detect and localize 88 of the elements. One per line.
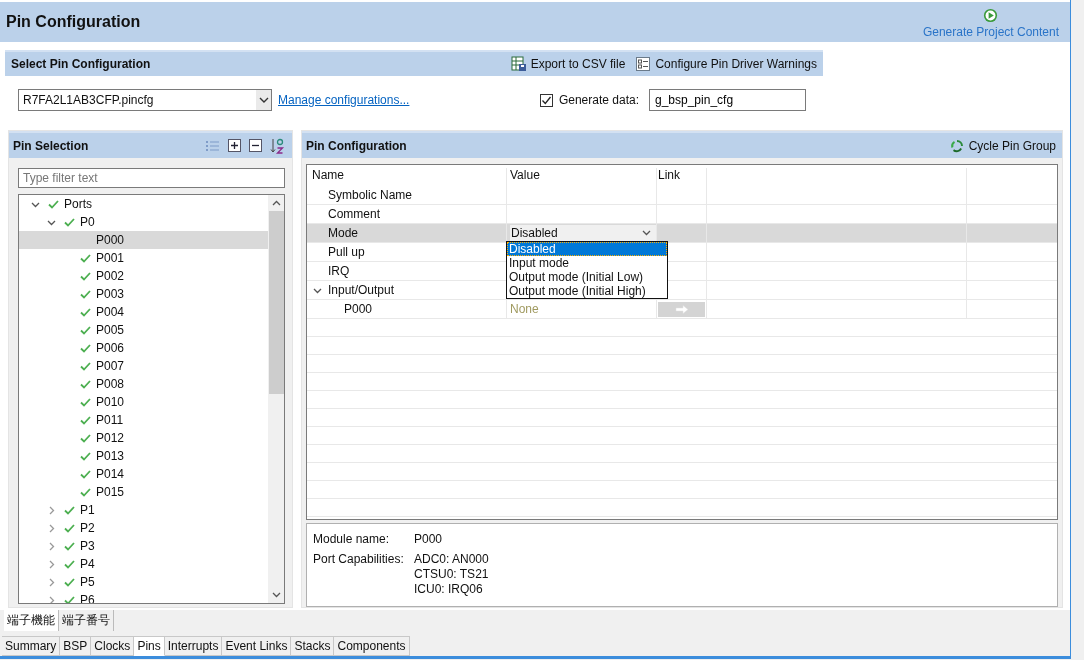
generate-data-checkbox[interactable]: [539, 93, 553, 107]
tree-item[interactable]: P004: [19, 303, 268, 321]
export-button[interactable]: Export to CSV file: [510, 56, 626, 72]
tree-item[interactable]: P015: [19, 483, 268, 501]
arrow-icon: [674, 304, 689, 314]
tree-item[interactable]: P000: [19, 231, 268, 249]
module-name-value: P000: [414, 532, 443, 546]
checklist-icon: [635, 56, 652, 72]
caret-icon: [258, 97, 269, 103]
collapse-all-icon[interactable]: [249, 139, 262, 152]
view-tab[interactable]: 端子機能: [4, 610, 59, 631]
tree-item[interactable]: P007: [19, 357, 268, 375]
scroll-down-icon[interactable]: [271, 592, 281, 598]
cycle-pin-group-button[interactable]: Cycle Pin Group: [948, 137, 1056, 154]
manage-configurations-link[interactable]: Manage configurations...: [278, 93, 410, 107]
warnings-button[interactable]: Configure Pin Driver Warnings: [635, 56, 817, 72]
editor-tab[interactable]: Summary: [2, 635, 61, 656]
dropdown-option[interactable]: Input mode: [507, 256, 667, 270]
tree-item[interactable]: P1: [19, 501, 268, 519]
chevron-right-icon[interactable]: [47, 577, 56, 587]
property-name: Pull up: [328, 245, 365, 259]
tree-item[interactable]: P010: [19, 393, 268, 411]
property-name: Comment: [328, 207, 380, 221]
chevron-right-icon[interactable]: [47, 541, 56, 551]
cycle-arrows-icon: [948, 137, 965, 154]
editor-tab[interactable]: Interrupts: [164, 635, 223, 656]
tree-item[interactable]: P012: [19, 429, 268, 447]
tree-item[interactable]: P5: [19, 573, 268, 591]
port-capabilities-label: Port Capabilities:: [313, 552, 405, 568]
editor-tab[interactable]: Clocks: [91, 635, 135, 656]
caret-icon: [642, 230, 651, 236]
tree-item[interactable]: P002: [19, 267, 268, 285]
property-name: IRQ: [328, 264, 350, 278]
tree-item[interactable]: P013: [19, 447, 268, 465]
capability-text: ICU0: IRQ06: [414, 582, 484, 596]
tree-item[interactable]: Ports: [19, 195, 268, 213]
tree-item[interactable]: P014: [19, 465, 268, 483]
tree-item[interactable]: P006: [19, 339, 268, 357]
editor-tab[interactable]: Event Links: [222, 635, 292, 656]
column-header[interactable]: Value: [507, 168, 657, 186]
property-value: None: [510, 302, 539, 316]
configuration-dropdown[interactable]: R7FA2L1AB3CFP.pincfg: [18, 89, 272, 111]
property-name: P000: [344, 302, 373, 316]
section-title: Select Pin Configuration: [11, 57, 151, 71]
view-tab[interactable]: 端子番号: [59, 610, 114, 631]
scroll-up-icon[interactable]: [271, 200, 281, 206]
sort-icon[interactable]: [270, 137, 286, 154]
editor-tab[interactable]: Stacks: [291, 635, 335, 656]
tree-item[interactable]: P2: [19, 519, 268, 537]
column-header[interactable]: Link: [657, 168, 707, 186]
spreadsheet-icon: [510, 56, 527, 72]
data-name-field[interactable]: g_bsp_pin_cfg: [649, 89, 806, 111]
filter-field[interactable]: Type filter text: [18, 168, 285, 188]
tree-item[interactable]: P003: [19, 285, 268, 303]
capability-text: ADC0: AN000: [414, 552, 489, 566]
chevron-right-icon[interactable]: [47, 505, 56, 515]
tree-item[interactable]: P005: [19, 321, 268, 339]
selected-row[interactable]: Mode Disabled: [307, 224, 1057, 243]
expand-all-icon[interactable]: [228, 139, 241, 152]
dropdown-option[interactable]: Output mode (Initial High): [507, 284, 667, 298]
list-icon[interactable]: [206, 139, 220, 152]
panel-title: Pin Configuration: [306, 138, 407, 153]
tree-item[interactable]: P0: [19, 213, 268, 231]
property-name: Mode: [328, 226, 359, 240]
property-name: Symbolic Name: [328, 188, 413, 202]
editor-tab[interactable]: BSP: [60, 635, 92, 656]
editor-tab[interactable]: Pins: [134, 635, 165, 656]
chevron-right-icon[interactable]: [47, 523, 56, 533]
play-icon[interactable]: [983, 7, 999, 23]
tree-item[interactable]: P011: [19, 411, 268, 429]
chevron-right-icon[interactable]: [47, 559, 56, 569]
tree-item[interactable]: P4: [19, 555, 268, 573]
dropdown-option[interactable]: Output mode (Initial Low): [507, 270, 667, 284]
tree-item[interactable]: P008: [19, 375, 268, 393]
panel-title: Pin Selection: [13, 138, 89, 153]
dropdown-option[interactable]: Disabled: [507, 242, 667, 256]
chevron-right-icon[interactable]: [47, 595, 56, 603]
property-name: Input/Output: [328, 283, 395, 297]
module-name-label: Module name:: [313, 532, 391, 546]
mode-dropdown[interactable]: Disabled: [510, 224, 656, 242]
tree-item[interactable]: P3: [19, 537, 268, 555]
scrollbar-thumb[interactable]: [268, 211, 284, 394]
column-header[interactable]: Name: [307, 168, 507, 186]
capability-text: CTSU0: TS21: [414, 567, 489, 581]
tree-item[interactable]: P001: [19, 249, 268, 267]
editor-title: Pin Configuration: [6, 13, 141, 31]
editor-tab[interactable]: Components: [334, 635, 410, 656]
generate-data-label: Generate data:: [558, 93, 639, 107]
